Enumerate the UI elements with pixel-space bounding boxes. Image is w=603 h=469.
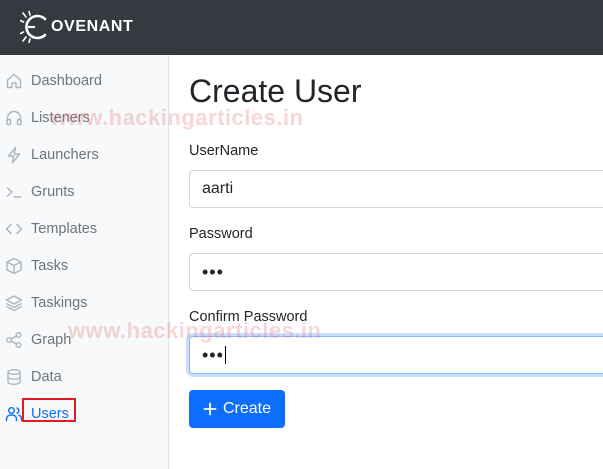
database-icon	[7, 369, 21, 385]
lightning-icon	[7, 146, 21, 164]
sidebar-item-label: Dashboard	[31, 73, 102, 89]
sidebar-item-label: Grunts	[31, 184, 75, 200]
terminal-icon	[6, 187, 22, 198]
sidebar: Dashboard Listeners Launchers Grunts Tem…	[0, 55, 169, 469]
create-button-label: Create	[222, 400, 272, 417]
logo-text: OVENANT	[51, 18, 134, 35]
confirm-password-label: Confirm Password	[189, 309, 308, 325]
username-value: aarti	[202, 180, 234, 197]
sidebar-item-tasks[interactable]: Tasks	[0, 251, 168, 281]
sidebar-item-label: Listeners	[31, 110, 90, 126]
sidebar-item-graph[interactable]: Graph	[0, 325, 168, 355]
sidebar-item-templates[interactable]: Templates	[0, 214, 168, 244]
layers-icon	[5, 295, 23, 312]
username-input[interactable]: aarti	[189, 170, 603, 208]
sidebar-item-data[interactable]: Data	[0, 362, 168, 392]
sidebar-item-label: Templates	[31, 221, 98, 237]
password-value: •••	[202, 262, 224, 282]
covenant-logo-icon	[20, 11, 47, 43]
covenant-logo[interactable]: OVENANT	[20, 11, 133, 43]
sidebar-item-label: Launchers	[31, 147, 99, 163]
plus-icon	[203, 402, 217, 416]
username-label: UserName	[189, 143, 259, 159]
page-title: Create User	[189, 73, 362, 109]
sidebar-item-taskings[interactable]: Taskings	[0, 288, 168, 318]
main-content: Create User UserName aarti Password ••• …	[170, 55, 603, 469]
password-label: Password	[189, 226, 253, 242]
sidebar-item-label: Data	[31, 369, 62, 385]
text-caret	[224, 346, 226, 365]
headphones-icon	[6, 110, 22, 126]
sidebar-item-grunts[interactable]: Grunts	[0, 177, 168, 207]
highlight-box	[22, 398, 76, 422]
sidebar-item-label: Tasks	[31, 258, 69, 274]
users-icon	[5, 407, 23, 422]
top-navbar: OVENANT	[0, 0, 603, 55]
sidebar-item-launchers[interactable]: Launchers	[0, 140, 168, 170]
password-input[interactable]: •••	[189, 253, 603, 291]
create-button[interactable]: Create	[189, 390, 285, 428]
share-icon	[6, 332, 22, 348]
sidebar-item-listeners[interactable]: Listeners	[0, 103, 168, 133]
sidebar-item-label: Graph	[31, 332, 72, 348]
home-icon	[6, 73, 22, 89]
confirm-password-value: •••	[202, 345, 224, 365]
sidebar-item-label: Taskings	[31, 295, 88, 311]
confirm-password-input[interactable]: •••	[189, 336, 603, 374]
box-icon	[6, 257, 22, 275]
sidebar-item-dashboard[interactable]: Dashboard	[0, 66, 168, 96]
code-icon	[5, 223, 23, 235]
